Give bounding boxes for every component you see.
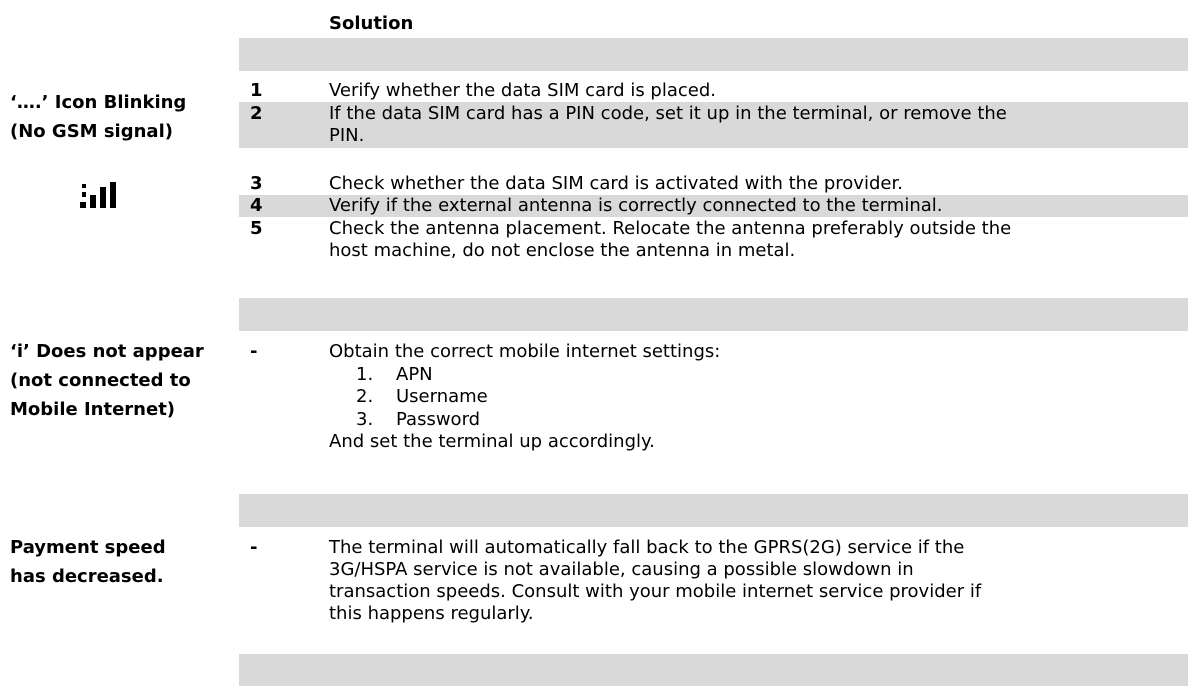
solution-line: this happens regularly.: [329, 603, 534, 624]
step-number: 5: [250, 218, 263, 239]
separator-band: [239, 38, 1188, 71]
step-number: 4: [250, 195, 263, 216]
problem-line: ‘….’ Icon Blinking: [10, 92, 187, 113]
problem-line: has decreased.: [10, 566, 164, 587]
list-item-number: 3.: [356, 408, 374, 430]
separator-band: [239, 654, 1188, 686]
signal-strength-icon: [80, 182, 116, 208]
solution-line: The terminal will automatically fall bac…: [329, 537, 965, 558]
list-item-label: APN: [396, 364, 433, 385]
problem-line: (not connected to: [10, 370, 191, 391]
step-text: Verify if the external antenna is correc…: [329, 195, 1179, 217]
intro-line: Obtain the correct mobile internet setti…: [329, 341, 721, 362]
step-line: Check whether the data SIM card is activ…: [329, 173, 903, 194]
step-line: Verify if the external antenna is correc…: [329, 195, 943, 216]
problem-label: ‘i’ Does not appear (not connected to Mo…: [10, 337, 204, 424]
step-line: host machine, do not enclose the antenna…: [329, 240, 796, 261]
list-item-number: 1.: [356, 364, 374, 385]
solution-header: Solution: [329, 13, 414, 34]
outro-line: And set the terminal up accordingly.: [329, 431, 655, 452]
list-item-label: Password: [396, 408, 481, 430]
problem-line: Mobile Internet): [10, 399, 176, 420]
separator-band: [239, 298, 1188, 331]
step-number: 3: [250, 173, 263, 194]
bullet-marker: -: [250, 341, 258, 362]
solution-line: transaction speeds. Consult with your mo…: [329, 581, 982, 602]
solution-intro: Obtain the correct mobile internet setti…: [329, 341, 1179, 363]
problem-label: Payment speed has decreased.: [10, 533, 166, 591]
step-text: If the data SIM card has a PIN code, set…: [329, 103, 1179, 147]
settings-list: 1. APN 2. Username 3. Password: [356, 364, 488, 431]
problem-line: ‘i’ Does not appear: [10, 341, 204, 362]
problem-line: Payment speed: [10, 537, 166, 558]
step-number: 2: [250, 103, 263, 124]
list-item-label: Username: [396, 386, 488, 408]
step-line: If the data SIM card has a PIN code, set…: [329, 103, 1007, 124]
troubleshooting-page: { "header": { "solution": "Solution" }, …: [0, 0, 1188, 686]
step-number: 1: [250, 80, 263, 101]
list-item-number: 2.: [356, 386, 374, 408]
problem-line: (No GSM signal): [10, 121, 173, 142]
separator-band: [239, 494, 1188, 527]
step-text: Verify whether the data SIM card is plac…: [329, 80, 1179, 102]
bullet-marker: -: [250, 537, 258, 558]
step-text: Check whether the data SIM card is activ…: [329, 173, 1179, 195]
solution-outro: And set the terminal up accordingly.: [329, 431, 1179, 453]
step-line: Verify whether the data SIM card is plac…: [329, 80, 716, 101]
problem-label: ‘….’ Icon Blinking (No GSM signal): [10, 88, 186, 146]
list-item: 3. Password: [356, 409, 488, 431]
list-item: 2. Username: [356, 386, 488, 408]
solution-line: 3G/HSPA service is not available, causin…: [329, 559, 914, 580]
step-line: Check the antenna placement. Relocate th…: [329, 218, 1012, 239]
list-item: 1. APN: [356, 364, 488, 386]
step-line: PIN.: [329, 125, 365, 146]
solution-text: The terminal will automatically fall bac…: [329, 537, 1179, 625]
step-text: Check the antenna placement. Relocate th…: [329, 218, 1179, 262]
